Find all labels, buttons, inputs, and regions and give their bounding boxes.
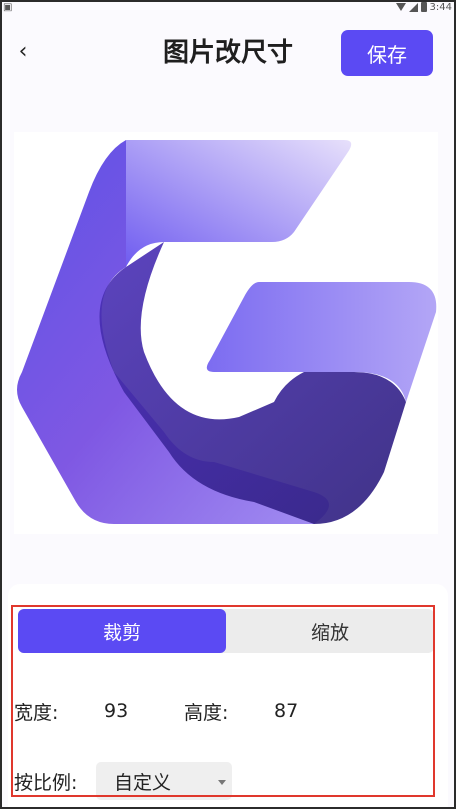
battery-icon [420,2,427,12]
status-icons: 3:44 [395,1,452,13]
width-label: 宽度: [14,701,59,724]
width-value[interactable]: 93 [104,700,184,722]
g-logo-image [14,132,438,534]
signal-icon [408,2,418,12]
mode-tabs: 裁剪 缩放 [18,609,434,653]
wifi-icon [395,3,406,11]
tab-scale[interactable]: 缩放 [226,609,434,653]
save-button[interactable]: 保存 [341,30,433,76]
dropdown-caret-icon [218,780,226,785]
app-header: ‹ 图片改尺寸 保存 [0,22,456,82]
ratio-select[interactable]: 自定义 [96,762,232,800]
notification-icon: ▣ [3,1,13,13]
height-label: 高度: [184,701,229,724]
ratio-selected-value: 自定义 [114,771,172,794]
ratio-label: 按比例: [14,771,78,794]
height-value[interactable]: 87 [274,700,354,722]
status-time: 3:44 [429,1,452,13]
image-preview[interactable] [14,132,438,534]
tab-crop[interactable]: 裁剪 [18,609,226,653]
dimension-row: 宽度: 93 高度: 87 [14,696,354,726]
ratio-row: 按比例: 自定义 [14,762,232,800]
status-bar: ▣ 3:44 [0,0,456,14]
